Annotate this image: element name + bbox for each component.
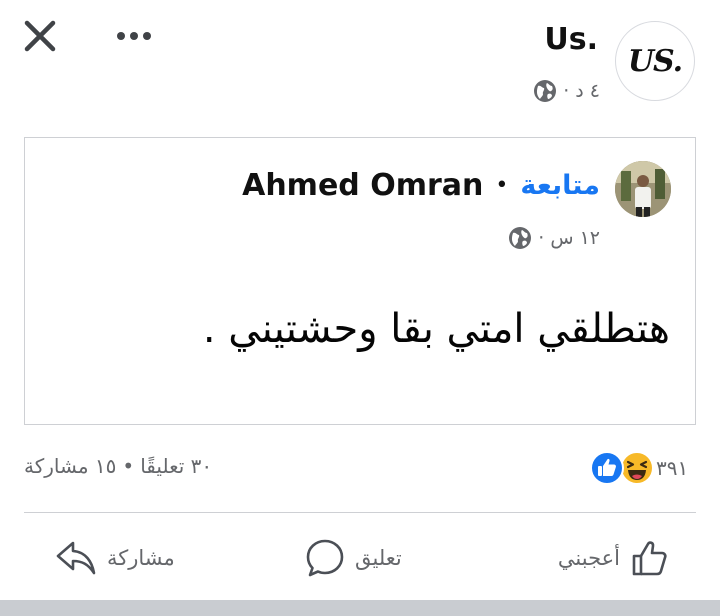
author-photo xyxy=(615,161,671,217)
stats-separator: • xyxy=(122,454,135,478)
shared-author-line: Ahmed Omran • متابعة xyxy=(242,168,600,203)
globe-icon xyxy=(509,227,532,249)
bottom-bar xyxy=(0,600,720,616)
page-avatar[interactable]: US. xyxy=(615,21,695,101)
author-avatar[interactable] xyxy=(615,161,671,217)
like-reaction-icon xyxy=(590,451,624,485)
engagement-counts: ٣٠ تعليقًا • ١٥ مشاركة xyxy=(24,454,212,478)
page-post-time[interactable]: ٤ د · xyxy=(563,80,600,102)
page-logo-text: US. xyxy=(627,43,683,79)
actions-divider xyxy=(24,512,696,513)
comment-bubble-icon xyxy=(306,539,344,577)
shared-post-meta: ١٢ س · xyxy=(508,226,600,250)
like-button-label: أعجبني xyxy=(557,546,620,570)
comment-button[interactable]: تعليق xyxy=(305,535,402,581)
author-name[interactable]: Ahmed Omran xyxy=(242,168,483,203)
share-button-label: مشاركة xyxy=(107,546,175,570)
haha-reaction-icon xyxy=(620,451,654,485)
thumbs-up-icon xyxy=(632,541,667,576)
author-separator: • xyxy=(495,173,509,198)
share-button[interactable]: مشاركة xyxy=(55,535,175,581)
share-arrow-icon xyxy=(56,541,96,575)
shared-post-time[interactable]: ١٢ س · xyxy=(538,227,600,249)
page-name[interactable]: Us. xyxy=(544,22,598,57)
like-button[interactable]: أعجبني xyxy=(558,535,670,581)
close-icon xyxy=(24,20,56,52)
page-post-meta: ٤ د · xyxy=(533,79,600,103)
comments-count[interactable]: ٣٠ تعليقًا xyxy=(140,454,212,478)
comment-button-label: تعليق xyxy=(355,546,402,570)
reactions-summary[interactable]: ٣٩١ xyxy=(590,451,694,485)
more-options-button[interactable] xyxy=(115,24,155,48)
reaction-count: ٣٩١ xyxy=(656,456,689,480)
close-button[interactable] xyxy=(22,18,58,54)
reaction-icons xyxy=(590,451,654,485)
post-text: هتطلقي امتي بقا وحشتيني . xyxy=(202,306,670,352)
follow-button[interactable]: متابعة xyxy=(520,170,600,201)
more-horizontal-icon xyxy=(117,32,151,40)
shares-count[interactable]: ١٥ مشاركة xyxy=(24,454,116,478)
globe-icon xyxy=(534,80,557,102)
